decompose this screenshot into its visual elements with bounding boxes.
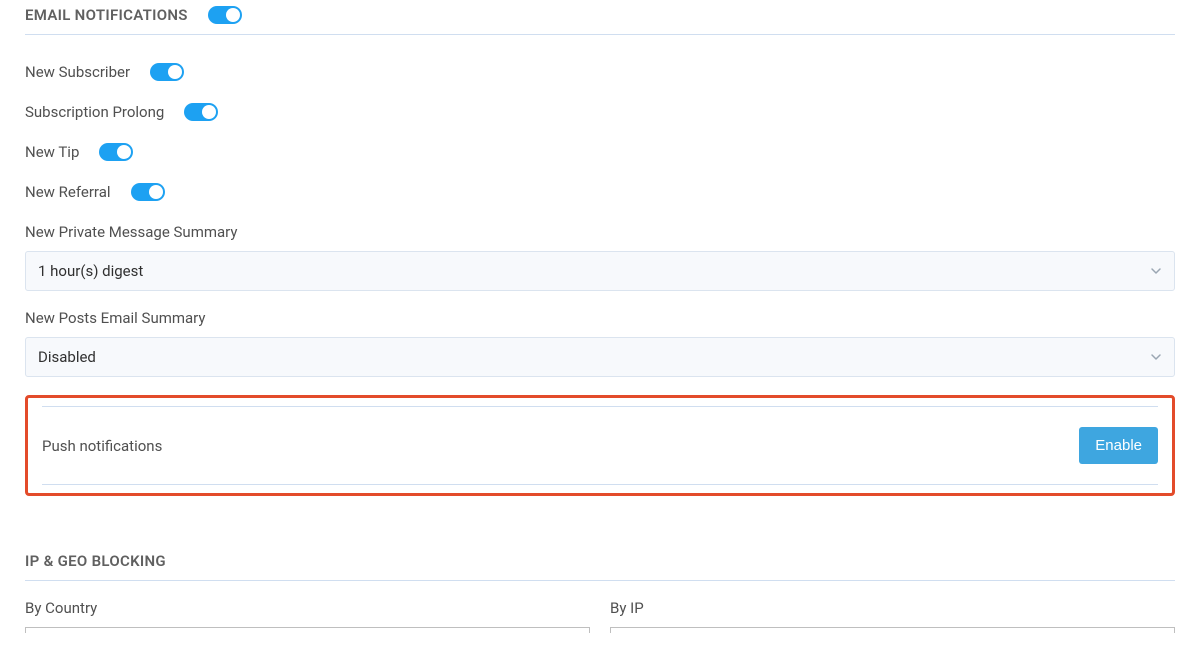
push-notifications-highlight: Push notifications Enable [25,395,1175,496]
ip-geo-header: IP & GEO BLOCKING [25,546,1175,580]
new-tip-row: New Tip [25,133,1175,173]
pm-summary-select[interactable]: 1 hour(s) digest [25,251,1175,291]
divider [25,34,1175,35]
subscription-prolong-label: Subscription Prolong [25,103,164,121]
email-notifications-title: EMAIL NOTIFICATIONS [25,6,188,24]
new-subscriber-toggle[interactable] [150,63,184,81]
by-country-column: By Country [25,599,590,633]
new-referral-label: New Referral [25,183,111,201]
pm-summary-label: New Private Message Summary [25,223,1175,241]
divider [25,580,1175,581]
new-referral-toggle[interactable] [131,183,165,201]
posts-summary-select[interactable]: Disabled [25,337,1175,377]
new-referral-row: New Referral [25,173,1175,213]
subscription-prolong-row: Subscription Prolong [25,93,1175,133]
push-notifications-row: Push notifications Enable [42,406,1158,485]
new-subscriber-label: New Subscriber [25,63,130,81]
by-ip-column: By IP [610,599,1175,633]
chevron-down-icon [1150,265,1162,277]
toggle-knob-icon [117,145,131,159]
pm-summary-value: 1 hour(s) digest [38,262,143,280]
toggle-knob-icon [168,65,182,79]
push-enable-button[interactable]: Enable [1079,427,1158,464]
geo-columns: By Country By IP [25,599,1175,633]
toggle-knob-icon [149,185,163,199]
push-notifications-label: Push notifications [42,437,162,455]
posts-summary-label: New Posts Email Summary [25,309,1175,327]
new-tip-label: New Tip [25,143,79,161]
new-subscriber-row: New Subscriber [25,53,1175,93]
by-country-input[interactable] [25,627,590,633]
posts-summary-value: Disabled [38,348,96,366]
subscription-prolong-toggle[interactable] [184,103,218,121]
by-country-label: By Country [25,599,590,617]
ip-geo-title: IP & GEO BLOCKING [25,552,166,570]
by-ip-input[interactable] [610,627,1175,633]
chevron-down-icon [1150,351,1162,363]
new-tip-toggle[interactable] [99,143,133,161]
toggle-knob-icon [226,8,240,22]
email-notifications-header: EMAIL NOTIFICATIONS [25,0,1175,34]
by-ip-label: By IP [610,599,1175,617]
email-notifications-master-toggle[interactable] [208,6,242,24]
ip-geo-section: IP & GEO BLOCKING By Country By IP [25,546,1175,633]
toggle-knob-icon [202,105,216,119]
